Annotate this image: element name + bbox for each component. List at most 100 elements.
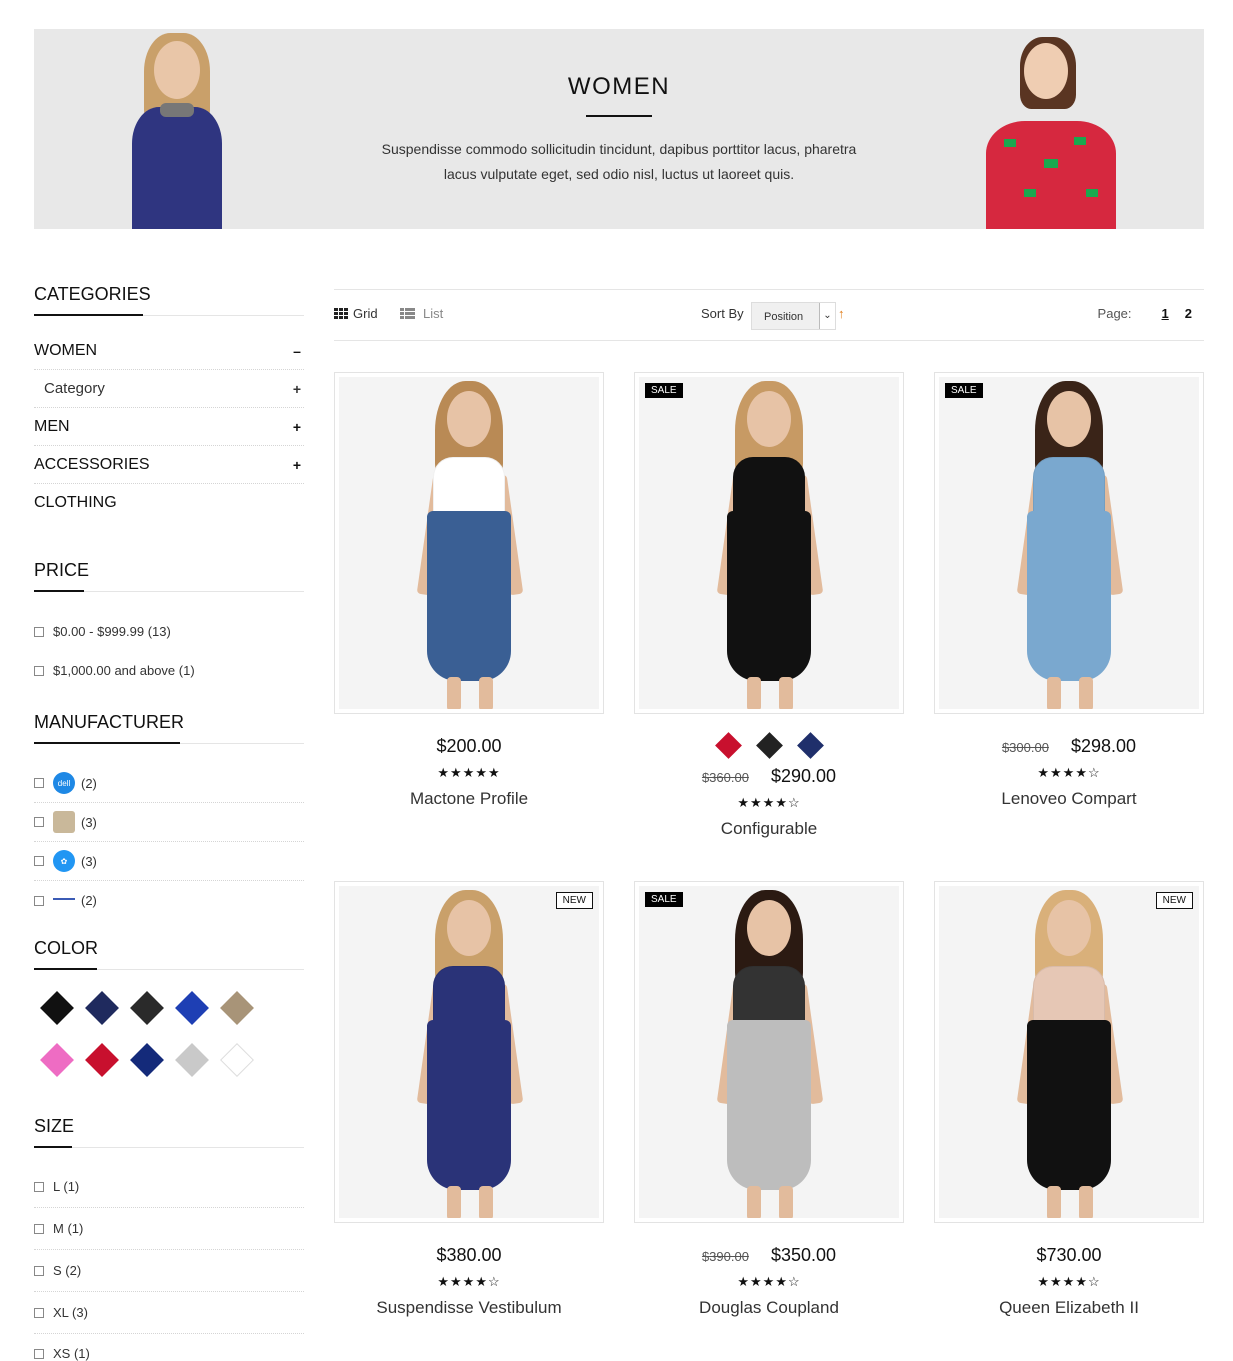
windows-logo-icon: ✿ — [53, 850, 75, 872]
banner-description: Suspendisse commodo sollicitudin tincidu… — [381, 141, 857, 182]
sort-by-label: Sort By — [701, 306, 744, 321]
checkbox[interactable] — [34, 626, 44, 637]
color-swatch[interactable] — [124, 982, 169, 1034]
price-option[interactable]: $1,000.00 and above (1) — [34, 651, 304, 690]
color-swatch[interactable] — [34, 1034, 79, 1086]
swatch-diamond — [219, 991, 254, 1025]
price-filter-list: $0.00 - $999.99 (13) $1,000.00 and above… — [34, 612, 304, 690]
product-card[interactable]: SALE $360.00 $290.00 ★★★★☆ Configurable — [634, 372, 904, 839]
collapse-icon[interactable]: – — [290, 343, 304, 359]
expand-icon[interactable]: + — [290, 381, 304, 397]
product-name[interactable]: Mactone Profile — [334, 789, 604, 809]
color-option[interactable] — [796, 732, 824, 759]
category-label: CLOTHING — [34, 494, 117, 511]
color-option[interactable] — [755, 732, 783, 759]
checkbox[interactable] — [34, 1348, 44, 1359]
grid-view-button[interactable]: Grid — [334, 306, 378, 321]
color-swatch[interactable] — [214, 1034, 259, 1086]
size-option[interactable]: M (1) — [34, 1208, 304, 1250]
product-price: $290.00 — [770, 766, 837, 786]
product-image[interactable] — [334, 372, 604, 714]
expand-icon[interactable]: + — [290, 419, 304, 435]
product-name[interactable]: Douglas Coupland — [634, 1298, 904, 1318]
category-item-women[interactable]: WOMEN – — [34, 332, 304, 370]
manufacturer-option[interactable]: dell (2) — [34, 764, 304, 803]
checkbox[interactable] — [34, 665, 44, 676]
checkbox[interactable] — [34, 1181, 44, 1192]
color-swatch[interactable] — [214, 982, 259, 1034]
size-option[interactable]: S (2) — [34, 1250, 304, 1292]
product-card[interactable]: SALE $390.00 $350.00 ★★★★☆ Douglas Coupl… — [634, 881, 904, 1318]
category-label: ACCESSORIES — [34, 455, 150, 473]
sort-direction-arrow-icon[interactable]: ↑ — [838, 306, 845, 321]
color-swatch[interactable] — [124, 1034, 169, 1086]
checkbox[interactable] — [34, 1265, 44, 1276]
product-name[interactable]: Lenoveo Compart — [934, 789, 1204, 809]
sort-select[interactable]: Position ⌄ — [751, 302, 836, 330]
color-swatch[interactable] — [169, 1034, 214, 1086]
checkbox[interactable] — [34, 1307, 44, 1318]
manufacturer-filter-list: dell (2) (3) ✿ (3) (2) — [34, 764, 304, 920]
old-price: $390.00 — [701, 1249, 749, 1264]
size-option-label: XL (3) — [53, 1305, 88, 1320]
category-item-clothing[interactable]: CLOTHING — [34, 484, 304, 522]
checkbox[interactable] — [34, 778, 44, 788]
checkbox[interactable] — [34, 856, 44, 866]
list-view-button[interactable]: List — [400, 306, 443, 321]
product-name[interactable]: Configurable — [634, 819, 904, 839]
product-card[interactable]: $200.00 ★★★★★ Mactone Profile — [334, 372, 604, 809]
manufacturer-option[interactable]: ✿ (3) — [34, 842, 304, 881]
price-filter-title: PRICE — [34, 560, 304, 592]
sort-select-value: Position — [764, 311, 804, 323]
dell-logo-icon: dell — [53, 772, 75, 794]
size-option[interactable]: XL (3) — [34, 1292, 304, 1334]
product-name[interactable]: Queen Elizabeth II — [934, 1298, 1204, 1318]
manufacturer-option[interactable]: (3) — [34, 803, 304, 842]
product-image[interactable]: SALE — [634, 881, 904, 1223]
product-image[interactable]: SALE — [934, 372, 1204, 714]
list-label: List — [423, 306, 444, 321]
new-badge: NEW — [1155, 892, 1193, 909]
size-option-label: XS (1) — [53, 1346, 90, 1361]
price-option[interactable]: $0.00 - $999.99 (13) — [34, 612, 304, 651]
checkbox[interactable] — [34, 817, 44, 827]
product-image[interactable]: SALE — [634, 372, 904, 714]
color-swatch[interactable] — [169, 982, 214, 1034]
product-name[interactable]: Suspendisse Vestibulum — [334, 1298, 604, 1318]
color-swatch[interactable] — [79, 1034, 124, 1086]
size-option-label: M (1) — [53, 1221, 84, 1236]
swatch-diamond — [174, 1043, 209, 1077]
product-image[interactable]: NEW — [334, 881, 604, 1223]
product-price: $350.00 — [770, 1245, 837, 1265]
category-item-accessories[interactable]: ACCESSORIES + — [34, 446, 304, 484]
color-option[interactable] — [714, 732, 742, 759]
page-link-2[interactable]: 2 — [1185, 306, 1192, 321]
category-item-men[interactable]: MEN + — [34, 408, 304, 446]
sale-badge: SALE — [945, 383, 983, 398]
product-color-options — [634, 732, 904, 759]
rating-stars-icon: ★★★★☆ — [1037, 1274, 1101, 1289]
category-item-category[interactable]: Category + — [34, 370, 304, 408]
checkbox[interactable] — [34, 1223, 44, 1234]
manufacturer-option[interactable]: (2) — [34, 881, 304, 920]
product-card[interactable]: NEW $380.00 ★★★★☆ Suspendisse Vestibulum — [334, 881, 604, 1318]
size-filter-list: L (1) M (1) S (2) XL (3) XS (1) — [34, 1166, 304, 1361]
product-card[interactable]: SALE $300.00 $298.00 ★★★★☆ Lenoveo Compa… — [934, 372, 1204, 809]
checkbox[interactable] — [34, 895, 44, 906]
list-icon — [400, 308, 415, 319]
size-option[interactable]: XS (1) — [34, 1334, 304, 1361]
product-price: $730.00 — [1036, 1245, 1102, 1265]
product-model-figure — [389, 377, 549, 709]
product-price: $298.00 — [1070, 736, 1137, 756]
product-card[interactable]: NEW $730.00 ★★★★☆ Queen Elizabeth II — [934, 881, 1204, 1318]
color-swatch[interactable] — [34, 982, 79, 1034]
color-swatch[interactable] — [79, 982, 124, 1034]
size-option[interactable]: L (1) — [34, 1166, 304, 1208]
product-image[interactable]: NEW — [934, 881, 1204, 1223]
categories-title: CATEGORIES — [34, 284, 304, 316]
expand-icon[interactable]: + — [290, 457, 304, 473]
price-row: $390.00 $350.00 — [634, 1245, 904, 1266]
page-link-1[interactable]: 1 — [1162, 306, 1169, 321]
price-row: $380.00 — [334, 1245, 604, 1266]
category-list: WOMEN – Category + MEN + ACCESSORIES + C… — [34, 332, 304, 522]
